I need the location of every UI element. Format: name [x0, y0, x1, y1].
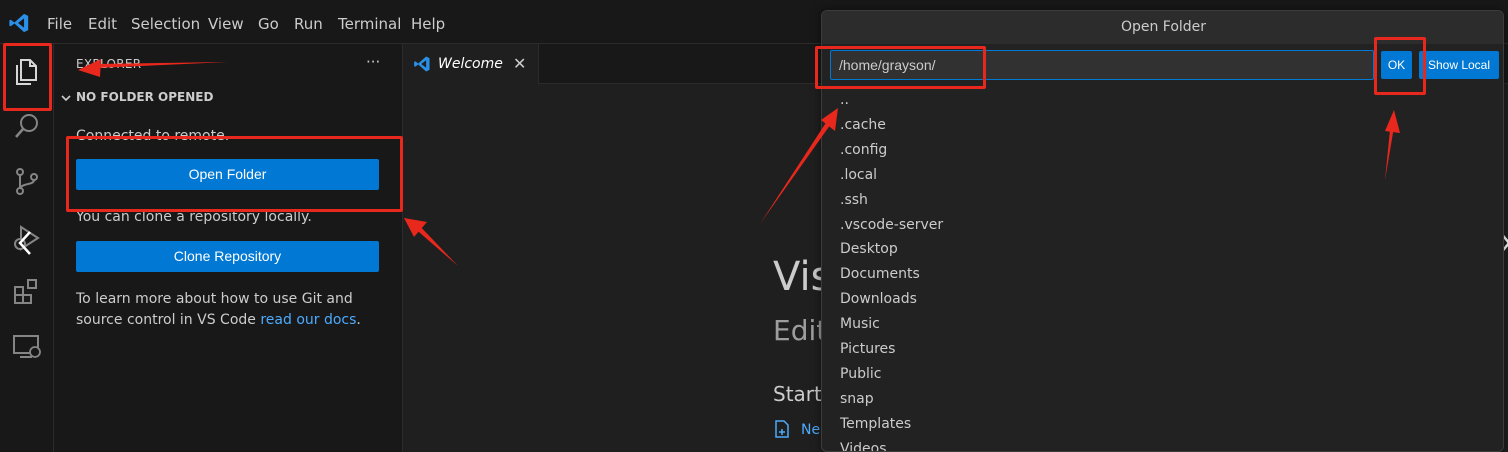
- extensions-icon[interactable]: [11, 276, 43, 308]
- start-heading: Start: [773, 382, 822, 406]
- ok-button[interactable]: OK: [1381, 51, 1412, 79]
- menu-run[interactable]: Run: [294, 15, 323, 33]
- folder-list-item[interactable]: .config: [840, 142, 887, 158]
- folder-list-item[interactable]: snap: [840, 391, 874, 407]
- menu-file[interactable]: File: [47, 15, 72, 33]
- source-control-icon[interactable]: [11, 165, 43, 197]
- chevron-down-icon[interactable]: [60, 92, 72, 104]
- menu-go[interactable]: Go: [258, 15, 279, 33]
- learn-more-text: source control in VS Code: [76, 312, 261, 328]
- dialog-title: Open Folder: [822, 11, 1503, 44]
- explorer-title: EXPLORER: [76, 57, 142, 71]
- folder-list-item[interactable]: Videos: [840, 441, 887, 451]
- menu-view[interactable]: View: [208, 15, 244, 33]
- learn-more-line-1: To learn more about how to use Git and: [76, 291, 353, 307]
- menu-help[interactable]: Help: [411, 15, 445, 33]
- folder-list-item[interactable]: Templates: [840, 416, 911, 432]
- explorer-icon[interactable]: [11, 56, 43, 88]
- folder-list-item[interactable]: .ssh: [840, 192, 868, 208]
- menu-edit[interactable]: Edit: [88, 15, 117, 33]
- show-local-button[interactable]: Show Local: [1419, 51, 1499, 79]
- clone-repository-button[interactable]: Clone Repository: [76, 241, 379, 272]
- menu-selection[interactable]: Selection: [131, 15, 200, 33]
- more-actions-icon[interactable]: ···: [366, 53, 380, 71]
- welcome-subtitle: Edit: [773, 314, 828, 347]
- folder-list-item[interactable]: Music: [840, 316, 880, 332]
- menu-terminal[interactable]: Terminal: [338, 15, 401, 33]
- open-folder-button[interactable]: Open Folder: [76, 159, 379, 190]
- remote-explorer-icon[interactable]: [11, 330, 43, 362]
- read-docs-link[interactable]: read our docs: [260, 312, 356, 328]
- tab-welcome-label: Welcome: [438, 56, 503, 72]
- vscode-logo-icon: [9, 13, 29, 33]
- folder-list-item[interactable]: .vscode-server: [840, 217, 943, 233]
- learn-more-end: .: [356, 312, 361, 328]
- clone-info-text: You can clone a repository locally.: [76, 209, 312, 225]
- folder-list-item[interactable]: .cache: [840, 117, 886, 133]
- connected-text: Connected to remote.: [76, 128, 230, 144]
- folder-list-item[interactable]: .local: [840, 167, 877, 183]
- folder-path-input[interactable]: [830, 50, 1374, 80]
- tab-welcome[interactable]: Welcome ✕: [403, 44, 539, 84]
- new-file-link[interactable]: Ne: [773, 420, 820, 438]
- folder-list-item[interactable]: Public: [840, 366, 881, 382]
- search-icon[interactable]: [11, 110, 43, 142]
- new-file-label: Ne: [801, 422, 821, 438]
- vscode-tab-icon: [414, 56, 430, 72]
- section-header[interactable]: NO FOLDER OPENED: [76, 90, 213, 104]
- folder-list-item[interactable]: Downloads: [840, 291, 917, 307]
- open-folder-dialog: Open Folder OK Show Local .. .cache .confi…: [821, 10, 1504, 452]
- folder-list-item[interactable]: ..: [840, 92, 849, 108]
- close-icon[interactable]: ✕: [513, 54, 526, 73]
- folder-list-item[interactable]: Desktop: [840, 241, 898, 257]
- folder-list-item[interactable]: Pictures: [840, 341, 895, 357]
- new-file-icon: [775, 420, 789, 438]
- chevron-left-icon[interactable]: [16, 230, 34, 256]
- folder-list-item[interactable]: Documents: [840, 266, 920, 282]
- explorer-sidebar: EXPLORER ··· NO FOLDER OPENED Connected …: [54, 44, 403, 452]
- learn-more-line-2: source control in VS Code read our docs.: [76, 312, 361, 328]
